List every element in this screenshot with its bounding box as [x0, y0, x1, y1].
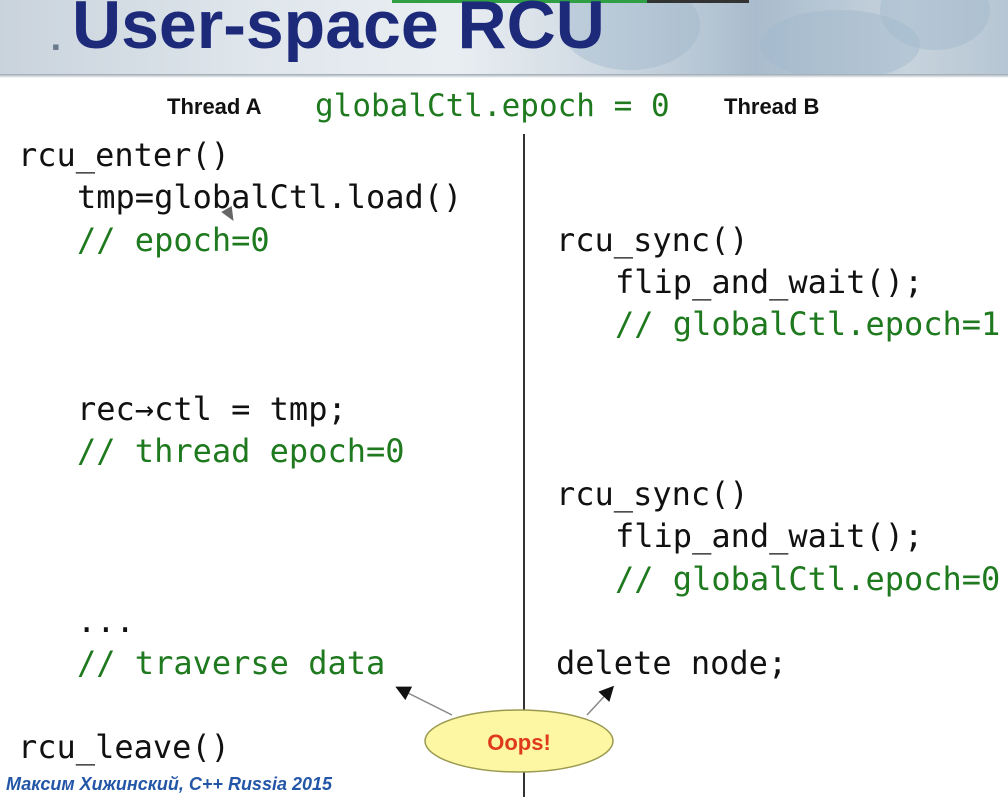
code-rcu-leave: rcu_leave() — [18, 728, 230, 766]
code-rcu-enter: rcu_enter() — [18, 136, 230, 174]
code-flip-wait-2: flip_and_wait(); — [615, 517, 924, 555]
code-rcu-sync-2: rcu_sync() — [556, 475, 749, 513]
code-tmp-load: tmp=globalCtl.load() — [77, 178, 463, 216]
comment-thread-epoch: // thread epoch=0 — [77, 432, 405, 470]
thread-a-label: Thread A — [167, 94, 262, 119]
slide-footer: Максим Хижинский, C++ Russia 2015 — [6, 774, 333, 794]
oops-text: Oops! — [487, 730, 551, 755]
comment-epoch-0: // epoch=0 — [77, 221, 270, 259]
thread-b-label: Thread B — [724, 94, 820, 119]
global-epoch-label: globalCtl.epoch = 0 — [315, 88, 670, 124]
code-flip-wait-1: flip_and_wait(); — [615, 263, 924, 301]
code-ellipsis: ... — [77, 602, 135, 640]
slide-header: ▪ User-space RCU — [0, 0, 1008, 74]
header-shadow — [0, 74, 1008, 78]
comment-epoch-1: // globalCtl.epoch=1 — [615, 305, 1001, 343]
oops-callout: Oops! — [424, 709, 614, 773]
code-rcu-sync-1: rcu_sync() — [556, 221, 749, 259]
slide-title: User-space RCU — [72, 0, 605, 63]
thread-divider — [523, 134, 525, 797]
comment-epoch-0-b: // globalCtl.epoch=0 — [615, 560, 1001, 598]
header-accent-bar-dark — [647, 0, 749, 3]
code-rec-ctl: rec→ctl = tmp; — [77, 390, 347, 428]
title-bullet: ▪ — [52, 34, 60, 59]
comment-traverse-data: // traverse data — [77, 644, 386, 682]
code-delete-node: delete node; — [556, 644, 788, 682]
